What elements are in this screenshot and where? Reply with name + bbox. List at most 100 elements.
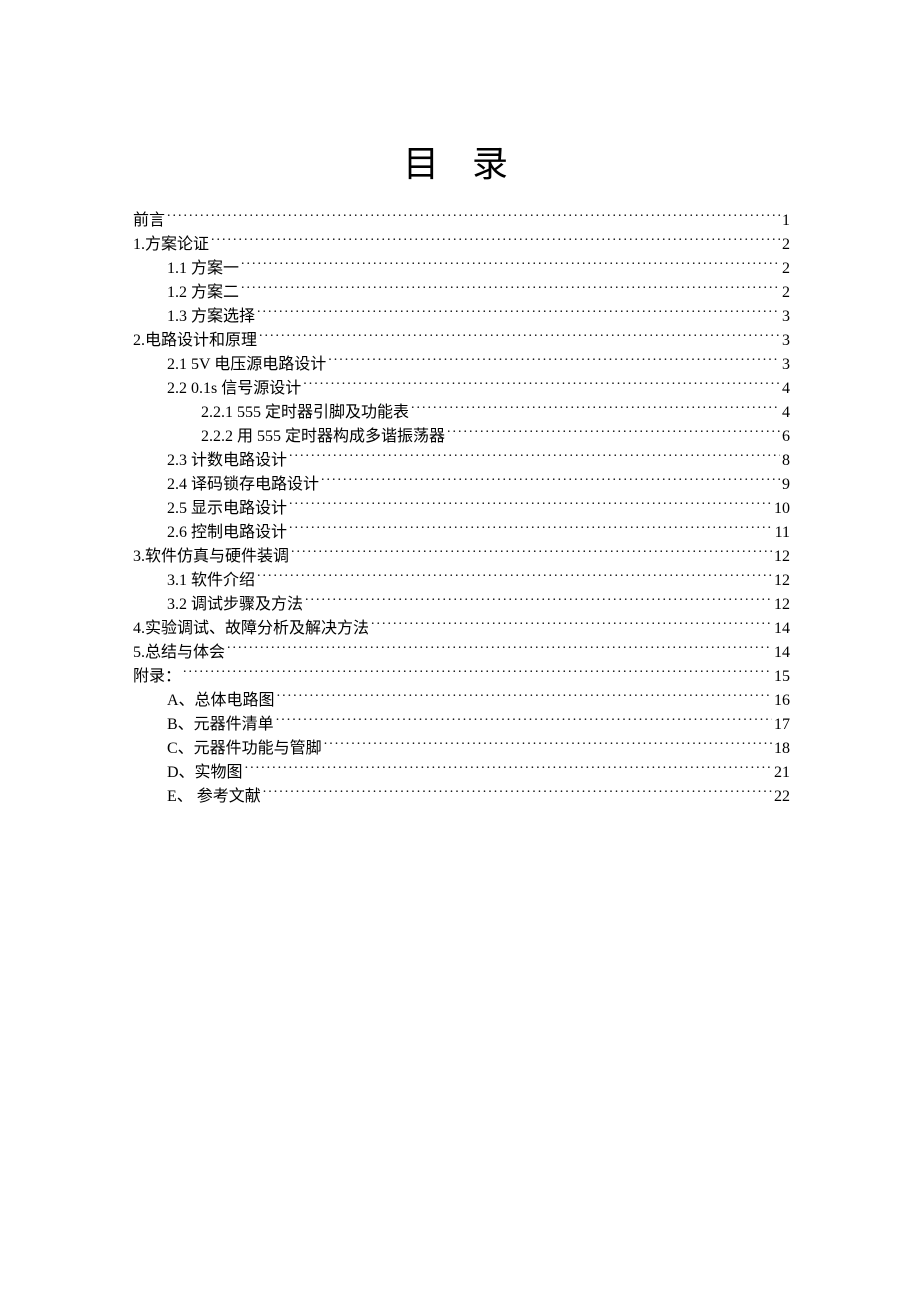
toc-leader-dots: [371, 617, 772, 633]
toc-leader-dots: [263, 785, 772, 801]
toc-entry-label: 4.实验调试、故障分析及解决方法: [133, 617, 369, 641]
table-of-contents: 前言11.方案论证21.1 方案一21.2 方案二21.3 方案选择32.电路设…: [133, 209, 790, 809]
toc-entry-page: 18: [774, 737, 790, 761]
toc-leader-dots: [277, 689, 772, 705]
toc-entry: 2.1 5V 电压源电路设计 3: [133, 353, 790, 377]
toc-entry: 2.2.1 555 定时器引脚及功能表 4: [133, 401, 790, 425]
toc-entry: 2.2.2 用 555 定时器构成多谐振荡器 6: [133, 425, 790, 449]
toc-entry-page: 9: [782, 473, 790, 497]
toc-leader-dots: [245, 761, 772, 777]
toc-entry: 1.2 方案二 2: [133, 281, 790, 305]
toc-leader-dots: [257, 569, 772, 585]
toc-entry-label: 2.5 显示电路设计: [167, 497, 287, 521]
toc-entry: 3.软件仿真与硬件装调 12: [133, 545, 790, 569]
toc-entry: B、元器件清单 17: [133, 713, 790, 737]
toc-leader-dots: [291, 545, 772, 561]
toc-entry-label: 2.4 译码锁存电路设计: [167, 473, 319, 497]
toc-entry-label: 前言: [133, 209, 165, 233]
toc-entry-page: 1: [782, 209, 790, 233]
toc-leader-dots: [167, 209, 780, 225]
toc-entry-page: 21: [774, 761, 790, 785]
toc-leader-dots: [289, 521, 773, 537]
toc-entry-page: 16: [774, 689, 790, 713]
toc-entry-label: 3.软件仿真与硬件装调: [133, 545, 289, 569]
toc-leader-dots: [259, 329, 780, 345]
toc-leader-dots: [447, 425, 780, 441]
toc-entry-label: 2.电路设计和原理: [133, 329, 257, 353]
toc-entry-page: 3: [782, 353, 790, 377]
toc-entry-page: 14: [774, 617, 790, 641]
document-page: 目 录 前言11.方案论证21.1 方案一21.2 方案二21.3 方案选择32…: [0, 0, 920, 809]
toc-entry-page: 14: [774, 641, 790, 665]
toc-entry-page: 3: [782, 329, 790, 353]
toc-entry-label: D、实物图: [167, 761, 243, 785]
toc-entry-page: 22: [774, 785, 790, 809]
toc-leader-dots: [276, 713, 772, 729]
toc-entry: 5.总结与体会 14: [133, 641, 790, 665]
toc-entry-page: 12: [774, 545, 790, 569]
toc-entry: D、实物图 21: [133, 761, 790, 785]
toc-leader-dots: [211, 233, 780, 249]
toc-entry-page: 10: [774, 497, 790, 521]
toc-entry-page: 8: [782, 449, 790, 473]
toc-entry: 3.1 软件介绍 12: [133, 569, 790, 593]
toc-entry-label: 3.1 软件介绍: [167, 569, 255, 593]
toc-entry-label: A、总体电路图: [167, 689, 275, 713]
toc-entry: 前言 1: [133, 209, 790, 233]
toc-entry-label: 附录：: [133, 665, 181, 689]
toc-entry-label: 3.2 调试步骤及方法: [167, 593, 303, 617]
toc-leader-dots: [227, 641, 772, 657]
toc-entry: 3.2 调试步骤及方法 12: [133, 593, 790, 617]
toc-leader-dots: [305, 593, 772, 609]
toc-entry: 2.6 控制电路设计 11: [133, 521, 790, 545]
toc-leader-dots: [328, 353, 780, 369]
toc-entry-label: 1.3 方案选择: [167, 305, 255, 329]
toc-entry: 附录： 15: [133, 665, 790, 689]
toc-leader-dots: [257, 305, 780, 321]
toc-entry-label: 1.2 方案二: [167, 281, 239, 305]
toc-entry-label: C、元器件功能与管脚: [167, 737, 322, 761]
toc-entry: 1.1 方案一 2: [133, 257, 790, 281]
toc-entry-page: 4: [782, 377, 790, 401]
toc-entry-label: 2.2.2 用 555 定时器构成多谐振荡器: [201, 425, 445, 449]
toc-entry-label: 2.3 计数电路设计: [167, 449, 287, 473]
toc-entry-label: 1.1 方案一: [167, 257, 239, 281]
toc-leader-dots: [289, 497, 772, 513]
toc-leader-dots: [289, 449, 780, 465]
toc-entry: 2.2 0.1s 信号源设计 4: [133, 377, 790, 401]
toc-entry: 2.4 译码锁存电路设计 9: [133, 473, 790, 497]
toc-entry-label: 2.6 控制电路设计: [167, 521, 287, 545]
toc-leader-dots: [303, 377, 780, 393]
toc-leader-dots: [321, 473, 780, 489]
toc-entry-page: 12: [774, 593, 790, 617]
toc-leader-dots: [324, 737, 772, 753]
toc-entry-page: 2: [782, 257, 790, 281]
toc-entry: 1.3 方案选择 3: [133, 305, 790, 329]
toc-title: 目 录: [133, 135, 790, 187]
toc-leader-dots: [411, 401, 780, 417]
toc-leader-dots: [241, 257, 780, 273]
toc-entry-page: 2: [782, 281, 790, 305]
toc-entry-label: E、 参考文献: [167, 785, 261, 809]
toc-entry-page: 3: [782, 305, 790, 329]
toc-entry-label: 5.总结与体会: [133, 641, 225, 665]
toc-entry-page: 15: [774, 665, 790, 689]
toc-entry-page: 11: [775, 521, 790, 545]
toc-entry: C、元器件功能与管脚 18: [133, 737, 790, 761]
toc-entry-page: 6: [782, 425, 790, 449]
toc-entry: 1.方案论证2: [133, 233, 790, 257]
toc-entry: E、 参考文献 22: [133, 785, 790, 809]
toc-entry-page: 4: [782, 401, 790, 425]
toc-entry-page: 12: [774, 569, 790, 593]
toc-entry: 2.电路设计和原理 3: [133, 329, 790, 353]
toc-entry-label: 2.2.1 555 定时器引脚及功能表: [201, 401, 409, 425]
toc-entry: 4.实验调试、故障分析及解决方法 14: [133, 617, 790, 641]
toc-entry-label: 1.方案论证: [133, 233, 209, 257]
toc-entry-page: 17: [774, 713, 790, 737]
toc-entry-label: B、元器件清单: [167, 713, 274, 737]
toc-entry: A、总体电路图 16: [133, 689, 790, 713]
toc-entry-label: 2.2 0.1s 信号源设计: [167, 377, 301, 401]
toc-entry: 2.3 计数电路设计 8: [133, 449, 790, 473]
toc-leader-dots: [183, 665, 772, 681]
toc-entry-label: 2.1 5V 电压源电路设计: [167, 353, 326, 377]
